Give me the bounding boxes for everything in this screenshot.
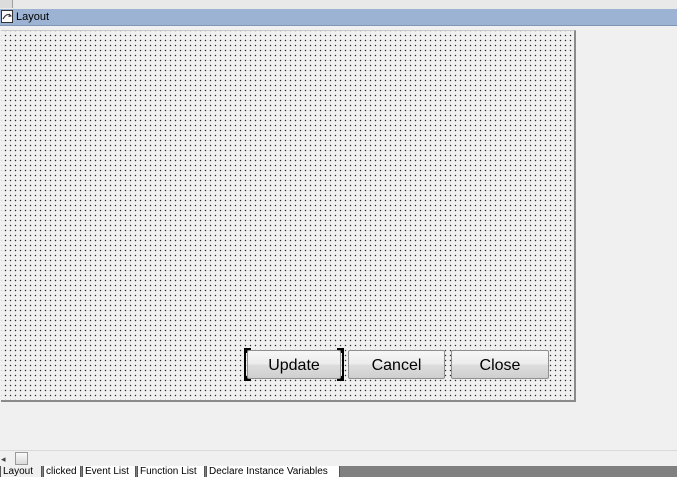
cancel-button[interactable]: Cancel (348, 350, 445, 379)
layout-window-icon (1, 10, 13, 23)
scroll-left-arrow-icon[interactable]: ◂ (1, 453, 6, 465)
tab-declare-instance-variables[interactable]: Declare Instance Variables (206, 466, 340, 477)
close-button[interactable]: Close (451, 350, 549, 379)
tab-layout[interactable]: Layout (0, 466, 42, 477)
tab-event-list[interactable]: Event List (82, 466, 136, 477)
layout-title-bar: Layout (0, 9, 677, 26)
tab-clicked[interactable]: clicked (43, 466, 81, 477)
tab-function-list[interactable]: Function List (137, 466, 205, 477)
horizontal-scrollbar[interactable]: ◂ (0, 450, 677, 467)
update-button[interactable]: Update (247, 350, 341, 379)
layout-title: Layout (16, 11, 50, 23)
layout-canvas[interactable]: Update Cancel Close (1, 30, 576, 402)
scrollbar-thumb[interactable] (15, 452, 28, 465)
painter-tab-bar: Layout clicked Event List Function List … (0, 466, 677, 477)
top-strip-nub (0, 0, 13, 8)
